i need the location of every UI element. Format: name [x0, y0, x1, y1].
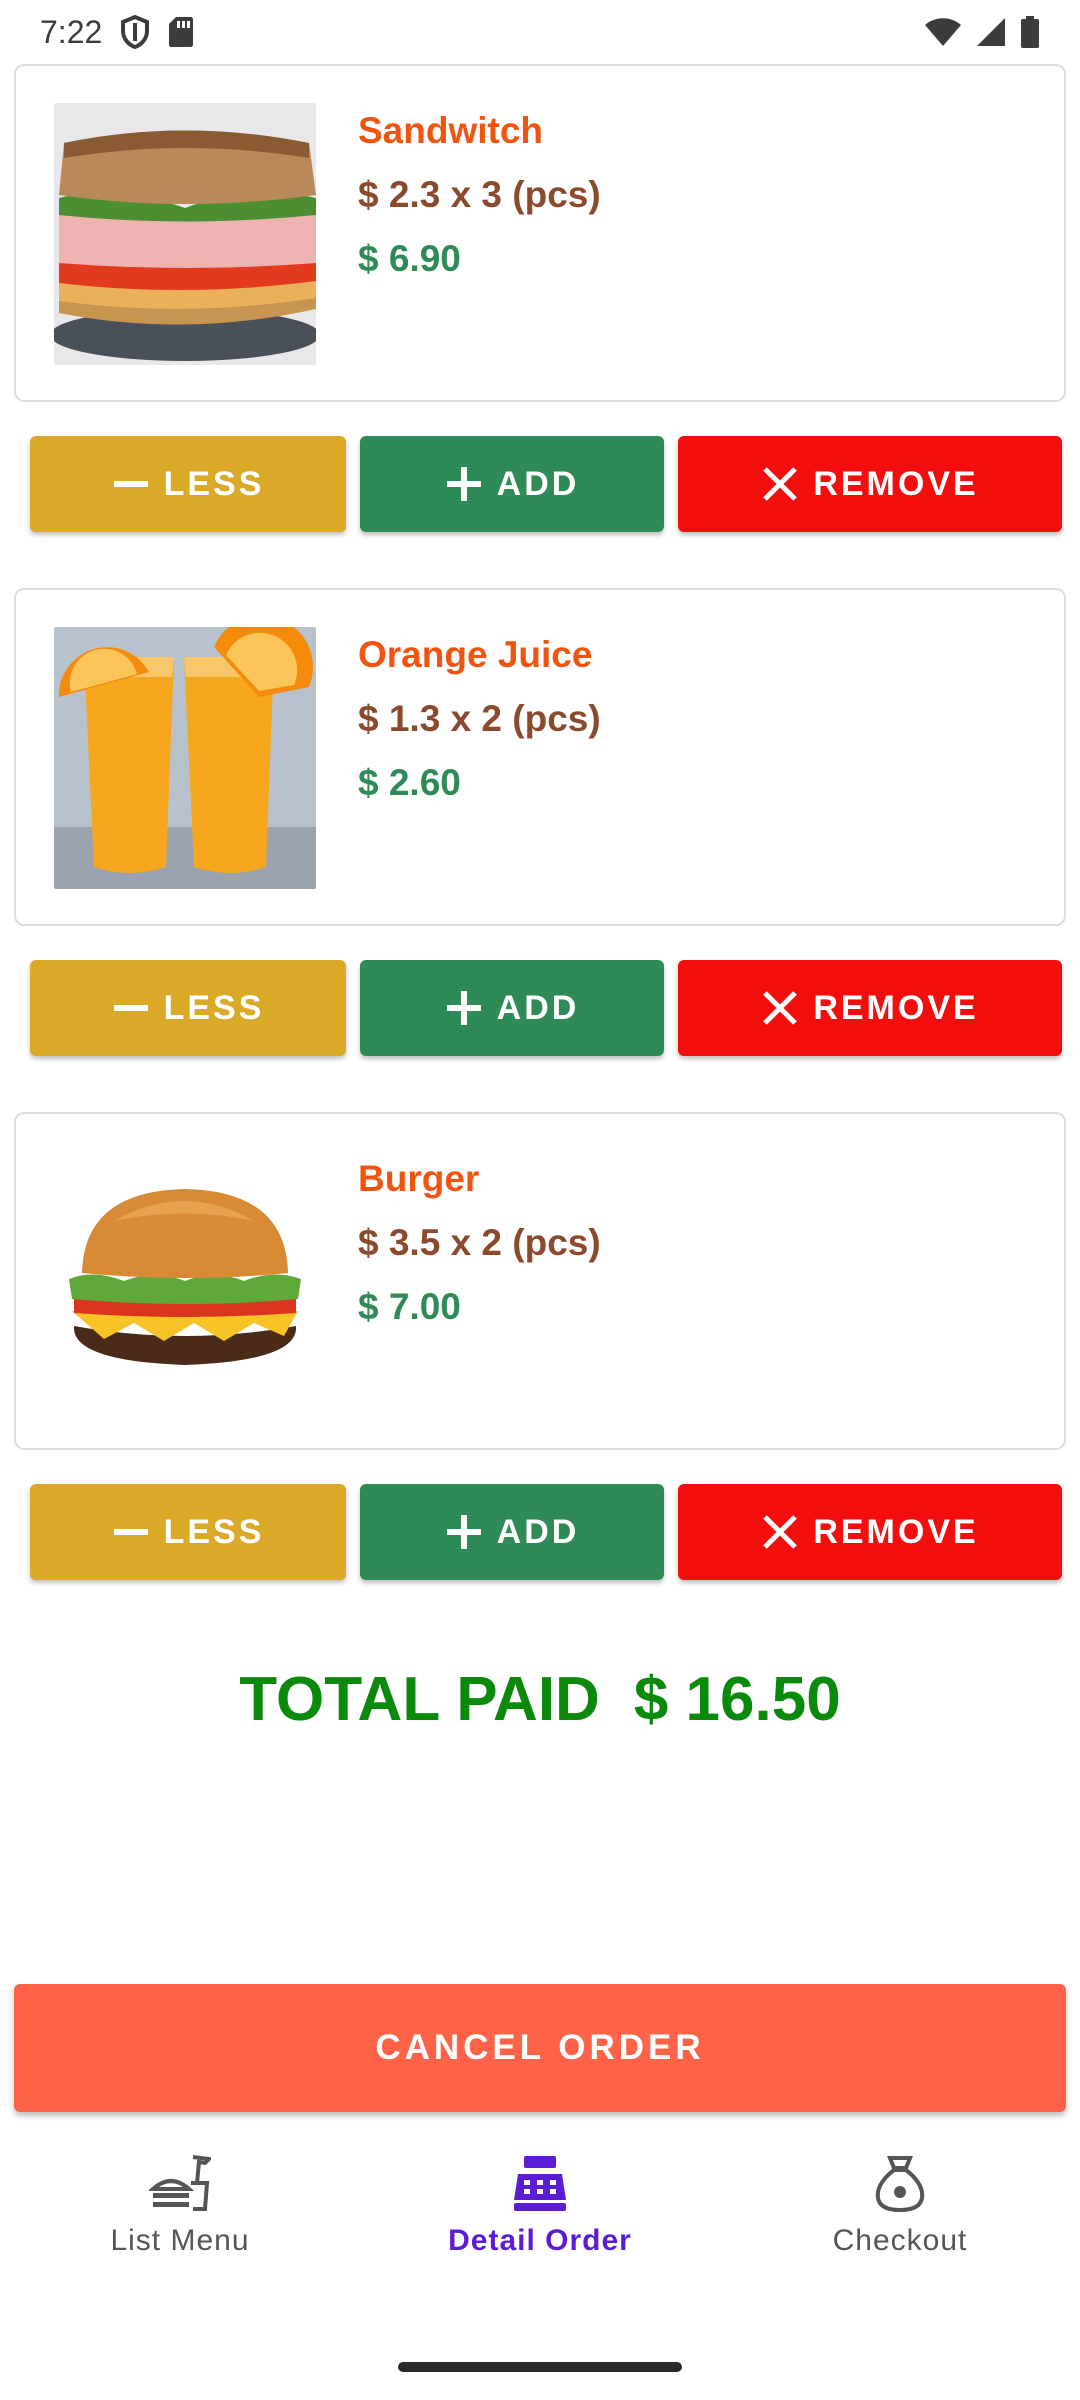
add-button[interactable]: ADD — [360, 1484, 664, 1580]
minus-icon — [112, 465, 150, 503]
item-price-line: $ 3.5 x 2 (pcs) — [358, 1222, 601, 1263]
remove-button-label: REMOVE — [813, 1512, 979, 1551]
sd-card-icon — [168, 16, 194, 48]
order-item-info: Orange Juice $ 1.3 x 2 (pcs) $ 2.60 — [358, 630, 601, 822]
status-left: 7:22 — [40, 14, 194, 51]
nav-item-checkout[interactable]: Checkout — [720, 2150, 1080, 2290]
add-button[interactable]: ADD — [360, 436, 664, 532]
status-right — [924, 16, 1040, 48]
signal-icon — [976, 17, 1006, 47]
cash-register-icon — [512, 2150, 568, 2216]
order-item-info: Sandwitch $ 2.3 x 3 (pcs) $ 6.90 — [358, 106, 601, 298]
item-name: Burger — [358, 1158, 480, 1199]
sandwich-image — [54, 103, 316, 365]
item-name: Sandwitch — [358, 110, 544, 151]
nav-label: Checkout — [832, 2224, 968, 2257]
orange-juice-image — [54, 627, 316, 889]
item-subtotal: $ 7.00 — [358, 1286, 461, 1327]
minus-icon — [112, 989, 150, 1027]
plus-icon — [445, 989, 483, 1027]
plus-icon — [445, 465, 483, 503]
item-subtotal: $ 2.60 — [358, 762, 461, 803]
order-item-info: Burger $ 3.5 x 2 (pcs) $ 7.00 — [358, 1154, 601, 1346]
battery-icon — [1020, 16, 1040, 48]
close-icon — [761, 465, 799, 503]
remove-button-label: REMOVE — [813, 464, 979, 503]
item-actions: LESS ADD REMOVE — [30, 960, 1062, 1056]
add-button[interactable]: ADD — [360, 960, 664, 1056]
total-paid: TOTAL PAID $ 16.50 — [0, 1664, 1080, 1735]
plus-icon — [445, 1513, 483, 1551]
order-item-card: Sandwitch $ 2.3 x 3 (pcs) $ 6.90 — [14, 64, 1066, 402]
nav-item-detail-order[interactable]: Detail Order — [360, 2150, 720, 2290]
close-icon — [761, 1513, 799, 1551]
app-screen: 7:22 Sandwitch $ 2.3 x 3 (pcs) $ 6.90 LE… — [0, 0, 1080, 2400]
wifi-icon — [924, 17, 962, 47]
minus-icon — [112, 1513, 150, 1551]
add-button-label: ADD — [496, 988, 580, 1027]
status-bar: 7:22 — [0, 0, 1080, 64]
cancel-order-label: CANCEL ORDER — [375, 2028, 705, 2067]
burger-image — [54, 1151, 316, 1413]
less-button-label: LESS — [163, 988, 265, 1027]
nav-item-list-menu[interactable]: List Menu — [0, 2150, 360, 2290]
home-indicator[interactable] — [398, 2362, 682, 2372]
less-button[interactable]: LESS — [30, 960, 346, 1056]
remove-button[interactable]: REMOVE — [678, 436, 1062, 532]
add-button-label: ADD — [496, 1512, 580, 1551]
fast-food-icon — [149, 2150, 211, 2216]
total-label: TOTAL PAID — [239, 1665, 600, 1734]
cancel-order-button[interactable]: CANCEL ORDER — [14, 1984, 1066, 2112]
order-item-card: Orange Juice $ 1.3 x 2 (pcs) $ 2.60 — [14, 588, 1066, 926]
remove-button[interactable]: REMOVE — [678, 960, 1062, 1056]
item-actions: LESS ADD REMOVE — [30, 1484, 1062, 1580]
remove-button-label: REMOVE — [813, 988, 979, 1027]
bottom-navigation: List Menu Detail Order Checkout — [0, 2122, 1080, 2400]
item-name: Orange Juice — [358, 634, 593, 675]
nav-label: Detail Order — [448, 2224, 632, 2257]
close-icon — [761, 989, 799, 1027]
status-time: 7:22 — [40, 13, 103, 50]
money-bag-icon — [874, 2150, 926, 2216]
remove-button[interactable]: REMOVE — [678, 1484, 1062, 1580]
total-amount: $ 16.50 — [633, 1665, 841, 1734]
shield-icon — [120, 15, 150, 49]
less-button[interactable]: LESS — [30, 436, 346, 532]
item-price-line: $ 1.3 x 2 (pcs) — [358, 698, 601, 739]
order-item-card: Burger $ 3.5 x 2 (pcs) $ 7.00 — [14, 1112, 1066, 1450]
less-button[interactable]: LESS — [30, 1484, 346, 1580]
less-button-label: LESS — [163, 1512, 265, 1551]
item-price-line: $ 2.3 x 3 (pcs) — [358, 174, 601, 215]
less-button-label: LESS — [163, 464, 265, 503]
item-subtotal: $ 6.90 — [358, 238, 461, 279]
add-button-label: ADD — [496, 464, 580, 503]
item-actions: LESS ADD REMOVE — [30, 436, 1062, 532]
nav-label: List Menu — [110, 2224, 250, 2257]
